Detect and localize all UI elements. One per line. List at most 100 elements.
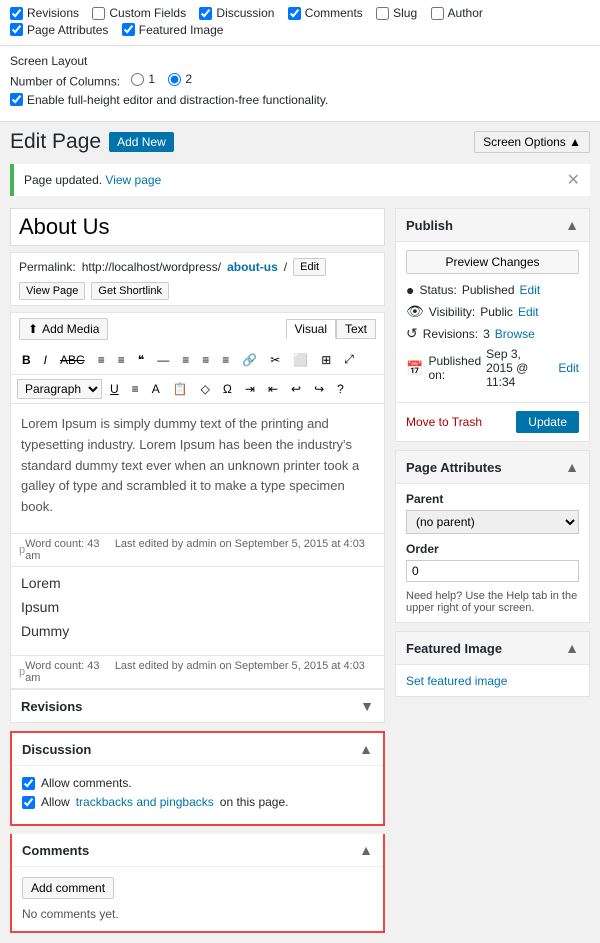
preview-changes-button[interactable]: Preview Changes <box>406 250 579 274</box>
ol-button[interactable]: ≡ <box>113 350 130 370</box>
comments-title: Comments <box>22 843 89 858</box>
list-item-dummy: Dummy <box>21 623 374 639</box>
cb-custom-fields-label[interactable]: Custom Fields <box>92 6 186 20</box>
ul-button[interactable]: ≡ <box>93 350 110 370</box>
text-color-button[interactable]: A <box>147 379 165 399</box>
publish-metabox: Publish ▲ Preview Changes ● Status: Publ… <box>395 208 590 442</box>
indent-button[interactable]: ⇥ <box>240 379 260 399</box>
cb-revisions[interactable] <box>10 7 23 20</box>
allow-comments-label[interactable]: Allow comments. <box>22 776 373 790</box>
comments-body: Add comment No comments yet. <box>12 867 383 931</box>
cb-featured-image-label[interactable]: Featured Image <box>122 23 224 37</box>
redo-button[interactable]: ↪ <box>309 379 329 399</box>
status-edit-link[interactable]: Edit <box>520 283 541 297</box>
link-button[interactable]: 🔗 <box>237 350 262 370</box>
fullscreen-button[interactable]: ⤢ <box>339 349 359 370</box>
allow-trackbacks-cb[interactable] <box>22 796 35 809</box>
cb-page-attributes[interactable] <box>10 23 23 36</box>
blockquote-button[interactable]: ❝ <box>133 350 149 370</box>
allow-comments-cb[interactable] <box>22 777 35 790</box>
cb-featured-image[interactable] <box>122 23 135 36</box>
cb-discussion[interactable] <box>199 7 212 20</box>
revisions-browse-link[interactable]: Browse <box>495 327 535 341</box>
set-featured-image-link[interactable]: Set featured image <box>406 674 507 688</box>
view-tabs: Visual Text <box>286 319 376 339</box>
cb-revisions-label[interactable]: Revisions <box>10 6 79 20</box>
editor-area[interactable]: Lorem Ipsum is simply dummy text of the … <box>10 404 385 534</box>
undo-button[interactable]: ↩ <box>286 379 306 399</box>
help-text: Need help? Use the Help tab in the upper… <box>406 590 579 614</box>
col2-radio[interactable]: 2 <box>168 72 192 86</box>
justify-button[interactable]: ≡ <box>127 379 144 399</box>
special-char-button[interactable]: Ω <box>218 379 237 399</box>
insert-button[interactable]: ⬜ <box>288 350 313 370</box>
notice-bar: Page updated. View page ✕ <box>10 164 590 196</box>
distraction-free-cb[interactable] <box>10 93 23 106</box>
text-tab[interactable]: Text <box>336 319 376 339</box>
add-media-button[interactable]: ⬆ Add Media <box>19 318 108 340</box>
order-label: Order <box>406 542 579 556</box>
col1-radio[interactable]: 1 <box>131 72 155 86</box>
bold-button[interactable]: B <box>17 350 36 370</box>
publish-body: Preview Changes ● Status: Published Edit… <box>396 242 589 402</box>
hr-button[interactable]: — <box>152 350 174 370</box>
align-right-button[interactable]: ≡ <box>217 350 234 370</box>
visibility-edit-link[interactable]: Edit <box>518 305 539 319</box>
permalink-slug[interactable]: about-us <box>227 260 278 274</box>
table-button[interactable]: ⊞ <box>316 350 336 370</box>
add-new-button[interactable]: Add New <box>109 132 174 152</box>
allow-trackbacks-label[interactable]: Allow trackbacks and pingbacks on this p… <box>22 795 373 809</box>
permalink-label: Permalink: <box>19 260 76 274</box>
unlink-button[interactable]: ✂ <box>265 350 285 370</box>
page-attributes-header: Page Attributes ▲ <box>396 451 589 484</box>
published-row: 📅 Published on: Sep 3, 2015 @ 11:34 Edit <box>406 347 579 389</box>
outdent-button[interactable]: ⇤ <box>263 379 283 399</box>
page-title: Edit Page <box>10 130 101 154</box>
align-left-button[interactable]: ≡ <box>177 350 194 370</box>
cb-comments[interactable] <box>288 7 301 20</box>
cb-slug[interactable] <box>376 7 389 20</box>
move-to-trash-link[interactable]: Move to Trash <box>406 415 482 429</box>
view-page-button[interactable]: View Page <box>19 282 85 300</box>
trackbacks-link[interactable]: trackbacks and pingbacks <box>76 795 214 809</box>
underline-button[interactable]: U <box>105 379 124 399</box>
edit-permalink-button[interactable]: Edit <box>293 258 326 276</box>
publish-toggle-icon: ▲ <box>565 217 579 233</box>
permalink-bar: Permalink: http://localhost/wordpress/ab… <box>10 252 385 306</box>
visual-tab[interactable]: Visual <box>286 319 336 339</box>
add-comment-button[interactable]: Add comment <box>22 877 114 899</box>
comments-metabox: Comments ▲ Add comment No comments yet. <box>10 834 385 933</box>
italic-button[interactable]: I <box>39 350 52 370</box>
parent-select[interactable]: (no parent) <box>406 510 579 534</box>
update-button[interactable]: Update <box>516 411 579 433</box>
paste-button[interactable]: 📋 <box>168 379 193 399</box>
align-center-button[interactable]: ≡ <box>197 350 214 370</box>
cb-comments-label[interactable]: Comments <box>288 6 363 20</box>
distraction-free-row: Enable full-height editor and distractio… <box>10 93 590 110</box>
format-select[interactable]: Paragraph <box>17 379 102 399</box>
cb-author[interactable] <box>431 7 444 20</box>
revisions-header[interactable]: Revisions ▼ <box>11 690 384 722</box>
close-notice-icon[interactable]: ✕ <box>567 170 580 190</box>
page-title-input[interactable] <box>10 208 385 246</box>
cb-custom-fields[interactable] <box>92 7 105 20</box>
order-input[interactable] <box>406 560 579 582</box>
clear-button[interactable]: ◇ <box>196 379 215 399</box>
comments-header[interactable]: Comments ▲ <box>12 834 383 867</box>
cb-discussion-label[interactable]: Discussion <box>199 6 274 20</box>
cb-author-label[interactable]: Author <box>431 6 483 20</box>
published-edit-link[interactable]: Edit <box>558 361 579 375</box>
revisions-toggle-icon: ▼ <box>360 698 374 714</box>
discussion-header[interactable]: Discussion ▲ <box>12 733 383 766</box>
strikethrough-button[interactable]: ABC <box>55 350 90 370</box>
screen-options-button[interactable]: Screen Options ▲ <box>474 131 590 153</box>
view-page-link[interactable]: View page <box>105 173 161 187</box>
cb-page-attributes-label[interactable]: Page Attributes <box>10 23 108 37</box>
cb-slug-label[interactable]: Slug <box>376 6 417 20</box>
featured-image-toggle-icon: ▲ <box>565 640 579 656</box>
main-content: Permalink: http://localhost/wordpress/ab… <box>0 202 600 943</box>
help-button[interactable]: ? <box>332 379 349 399</box>
get-shortlink-button[interactable]: Get Shortlink <box>91 282 169 300</box>
screen-layout-title: Screen Layout <box>10 54 590 68</box>
distraction-free-label[interactable]: Enable full-height editor and distractio… <box>10 93 328 107</box>
